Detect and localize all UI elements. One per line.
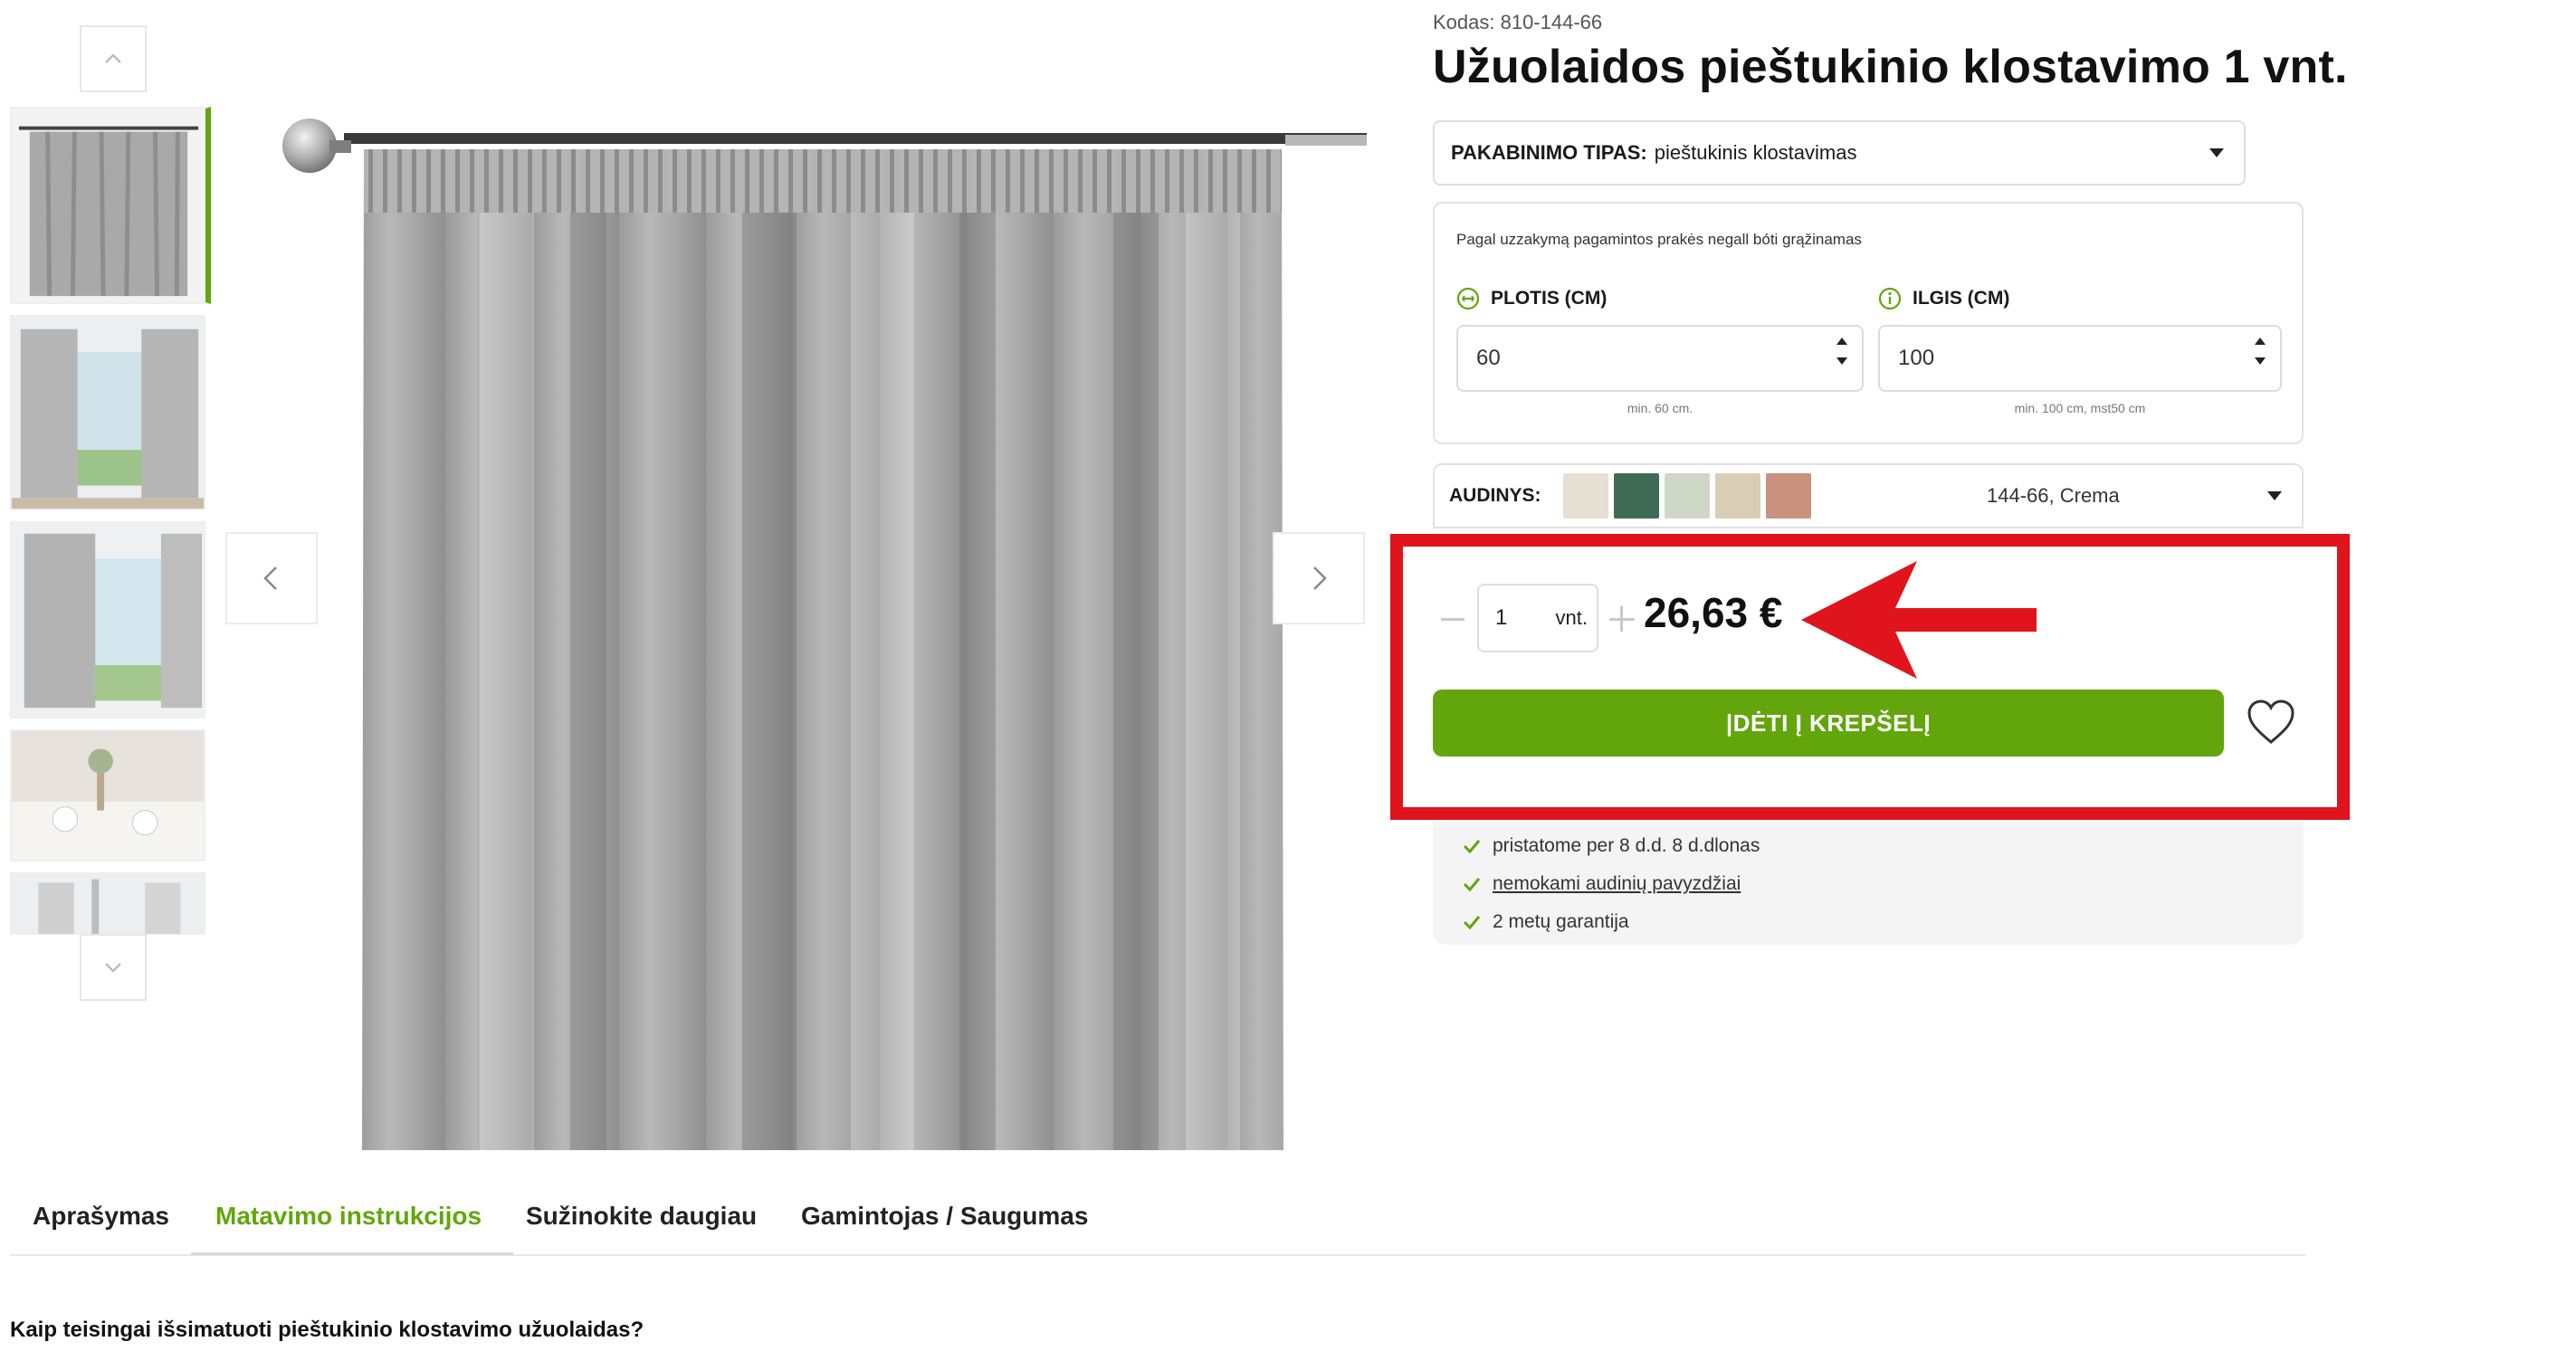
tab-measuring-instructions[interactable]: Matavimo instrukcijos [215, 1202, 482, 1231]
chevron-left-icon [263, 566, 277, 590]
check-icon [1463, 916, 1481, 930]
length-stepper[interactable] [2255, 338, 2266, 365]
heart-icon[interactable] [2247, 699, 2295, 746]
section-question: Kaip teisingai išsimatuoti pieštukinio k… [10, 1318, 644, 1342]
mount-type-select[interactable]: PAKABINIMO TIPAS: pieštukinis klostavima… [1433, 120, 2246, 186]
thumbnail-strip [10, 107, 211, 935]
caret-down-icon [2209, 148, 2224, 157]
benefit-item: pristatome per 8 d.d. 8 d.dlonas [1462, 827, 2304, 865]
fabric-swatch[interactable] [1562, 473, 1608, 519]
fabric-value: 144-66, Crema [1987, 484, 2120, 507]
arrow-left-icon [1801, 561, 2037, 679]
fabric-select[interactable]: AUDINYS: 144-66, Crema [1433, 463, 2304, 528]
chevron-right-icon [1313, 566, 1327, 590]
main-product-image [272, 113, 1367, 1150]
fabric-swatch[interactable] [1664, 473, 1710, 519]
thumbnail-5[interactable] [10, 872, 205, 935]
add-to-cart-button[interactable]: |DĖTI Į KREPŠELĮ [1433, 690, 2224, 757]
benefits-list: pristatome per 8 d.d. 8 d.dlonas nemokam… [1433, 820, 2304, 945]
thumbs-scroll-up-button[interactable] [80, 25, 147, 92]
product-title: Užuolaidos pieštukinio klostavimo 1 vnt. [1433, 41, 2348, 93]
thumbnail-room-image [12, 523, 204, 717]
quantity-decrease-button[interactable] [1441, 618, 1465, 621]
custom-order-note: Pagal uzzakymą pagamintos prakės negall … [1456, 231, 1862, 248]
benefit-item: 2 metų garantija [1462, 903, 2304, 941]
width-icon [1456, 287, 1480, 310]
product-sku: Kodas: 810-144-66 [1433, 11, 1603, 33]
width-label: PLOTIS (CM) [1456, 287, 1607, 310]
gallery-prev-button[interactable] [225, 532, 318, 624]
product-price: 26,63 € [1644, 589, 1783, 636]
length-hint: min. 100 cm, mst50 cm [2014, 401, 2146, 415]
thumbnail-room-image [12, 874, 204, 934]
product-tabs: Aprašymas Matavimo instrukcijos Sužinoki… [10, 1185, 2305, 1256]
width-input[interactable]: 60 [1456, 325, 1864, 392]
width-hint: min. 60 cm. [1627, 401, 1693, 415]
width-stepper[interactable] [1837, 338, 1847, 365]
quantity-increase-button[interactable] [1609, 606, 1635, 632]
fabric-label: AUDINYS: [1449, 485, 1541, 506]
gallery-next-button[interactable] [1273, 532, 1365, 624]
thumbnail-3[interactable] [10, 521, 205, 719]
chevron-down-icon [105, 963, 121, 973]
thumbs-scroll-down-button[interactable] [80, 934, 147, 1001]
mount-type-value: pieštukinis klostavimas [1654, 141, 1857, 164]
check-icon [1463, 840, 1481, 854]
check-icon [1463, 878, 1481, 892]
dimensions-panel: Pagal uzzakymą pagamintos prakės negall … [1433, 202, 2304, 444]
length-input[interactable]: 100 [1878, 325, 2282, 392]
fabric-swatch[interactable] [1714, 473, 1760, 519]
free-samples-link[interactable]: nemokami audinių pavyzdžiai [1493, 873, 1741, 895]
tab-description[interactable]: Aprašymas [33, 1202, 169, 1231]
thumbnail-room-image [12, 317, 204, 509]
tab-learn-more[interactable]: Sužinokite daugiau [526, 1202, 757, 1231]
thumbnail-1[interactable] [10, 107, 211, 304]
fabric-swatch[interactable] [1613, 473, 1659, 519]
curtain-image [282, 119, 1367, 1150]
info-icon [1878, 287, 1902, 310]
thumbnail-table-image [12, 731, 204, 860]
tab-manufacturer-safety[interactable]: Gamintojas / Saugumas [801, 1202, 1088, 1231]
mount-type-label: PAKABINIMO TIPAS: [1451, 141, 1647, 164]
length-label: ILGIS (CM) [1878, 287, 2009, 310]
fabric-swatch[interactable] [1765, 473, 1811, 519]
chevron-up-icon [105, 53, 121, 63]
thumbnail-curtain-image [12, 109, 205, 302]
caret-down-icon [2267, 491, 2282, 500]
benefit-item: nemokami audinių pavyzdžiai [1462, 865, 2304, 903]
quantity-input[interactable]: 1 vnt. [1477, 584, 1598, 652]
thumbnail-2[interactable] [10, 315, 205, 510]
thumbnail-4[interactable] [10, 729, 205, 861]
active-tab-indicator [191, 1252, 513, 1255]
